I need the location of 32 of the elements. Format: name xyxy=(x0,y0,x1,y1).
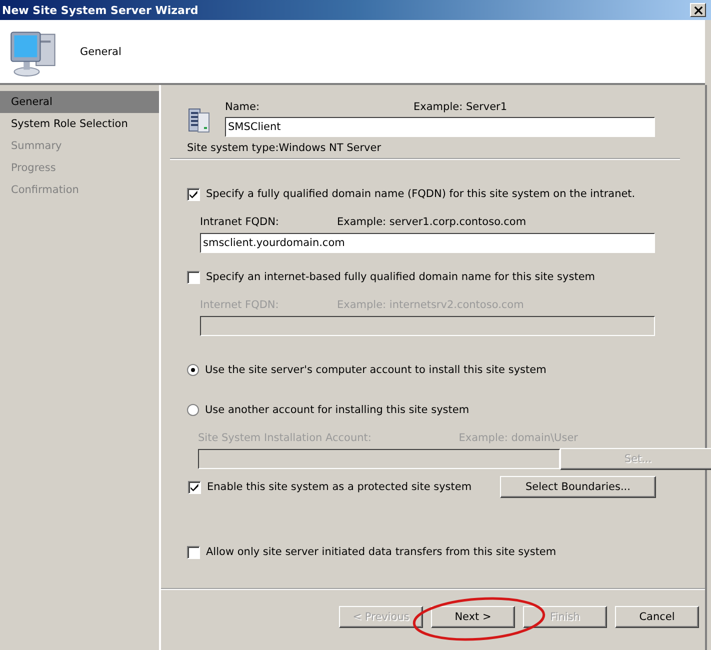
checkbox[interactable] xyxy=(187,546,200,558)
field-label: Internet FQDN: xyxy=(200,299,280,313)
radio-label: Use another account for installing this site system xyxy=(205,404,470,416)
close-icon xyxy=(694,6,702,14)
checkbox-label: Specify a fully qualified domain name (FQDN) for this site system on the intranet. xyxy=(206,188,636,200)
intranet-fqdn-field[interactable]: smsclient.yourdomain.com xyxy=(200,233,655,253)
example-text: Example: Server1 xyxy=(414,101,508,115)
example-text: Example: internetsrv2.contoso.com xyxy=(337,299,524,313)
example-text: Example: domain\User xyxy=(458,432,578,446)
checkbox-label: Allow only site server initiated data transfers from this site system xyxy=(206,546,556,558)
name-field[interactable]: SMSClient xyxy=(225,117,655,137)
field-label: Intranet FQDN: xyxy=(200,216,280,230)
wizard-button[interactable]: Cancel xyxy=(615,606,699,628)
select-boundaries-button[interactable]: Select Boundaries... xyxy=(500,476,656,498)
radio-button[interactable] xyxy=(187,404,199,416)
site-system-type-text: Site system type:Windows NT Server xyxy=(187,142,382,154)
field-label: Site System Installation Account: xyxy=(198,432,372,446)
checkbox-label: Enable this site system as a protected site system xyxy=(207,481,472,493)
checkbox[interactable] xyxy=(187,270,200,284)
field-label: Name: xyxy=(225,101,260,115)
sidebar-item[interactable]: General xyxy=(0,91,159,113)
example-text: Example: server1.corp.contoso.com xyxy=(337,216,526,230)
radio-button[interactable] xyxy=(187,364,199,376)
checkbox[interactable] xyxy=(187,188,200,200)
radio-label: Use the site server's computer account to install this site system xyxy=(205,364,546,376)
wizard-button[interactable]: Next > xyxy=(431,606,515,628)
sidebar-item[interactable]: System Role Selection xyxy=(0,113,159,135)
window-title: New Site System Server Wizard xyxy=(2,4,198,16)
page-heading: General xyxy=(80,46,122,58)
close-button[interactable] xyxy=(690,3,706,17)
checkbox[interactable] xyxy=(188,480,201,494)
checkbox-label: Specify an internet-based fully qualified domain name for this site system xyxy=(206,271,596,283)
